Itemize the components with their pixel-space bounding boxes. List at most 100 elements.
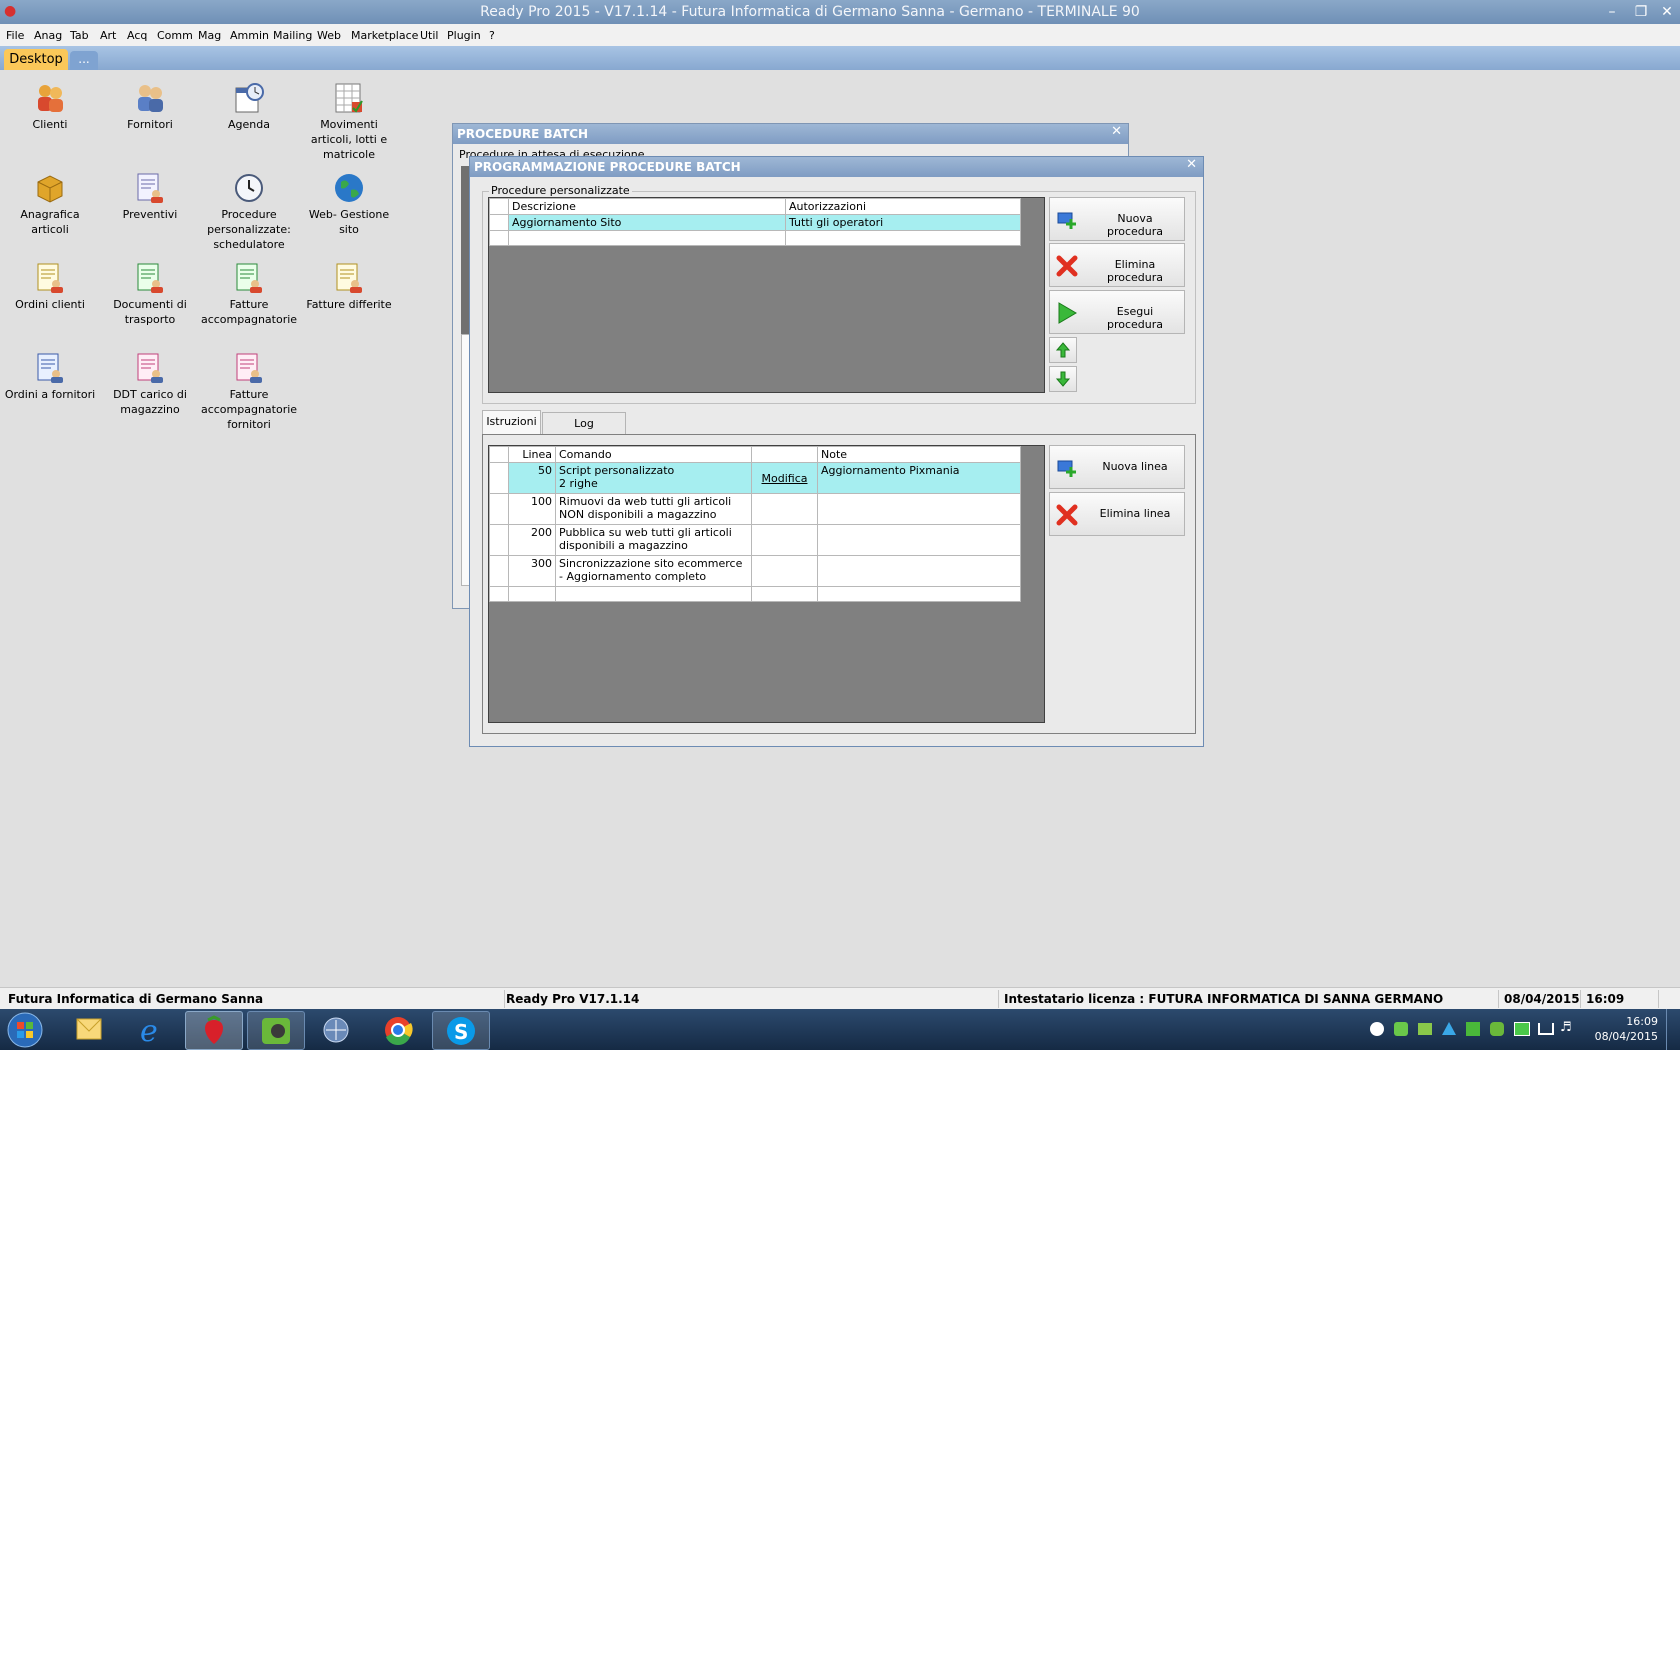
programmazione-dialog[interactable]: PROGRAMMAZIONE PROCEDURE BATCH ✕ Procedu… <box>469 156 1204 747</box>
line-number[interactable]: 300 <box>508 555 556 587</box>
procedure-batch-close-icon[interactable]: ✕ <box>1111 124 1122 139</box>
menu-mailing[interactable]: Mailing <box>273 29 312 42</box>
menu-web[interactable]: Web <box>317 29 341 42</box>
empty-cell[interactable] <box>508 230 786 246</box>
col-linea[interactable]: Linea <box>508 446 556 463</box>
table-row[interactable]: Aggiornamento Sito Tutti gli operatori <box>489 214 1021 231</box>
procedure-autorizzazioni[interactable]: Tutti gli operatori <box>785 214 1021 231</box>
table-row[interactable]: 300 Sincronizzazione sito ecommerce - Ag… <box>489 555 1021 587</box>
col-autorizzazioni[interactable]: Autorizzazioni <box>785 198 1021 215</box>
menu-art[interactable]: Art <box>100 29 116 42</box>
desktop-icon-fatture-accompagnatorie[interactable]: Fatture accompagnatorie <box>199 262 299 327</box>
line-note[interactable] <box>817 555 1021 587</box>
desktop-icon-fatture-differite[interactable]: Fatture differite <box>299 262 399 312</box>
line-number[interactable]: 100 <box>508 493 556 525</box>
table-row-empty[interactable] <box>489 230 1021 246</box>
desktop-icon-ordini-fornitori[interactable]: Ordini a fornitori <box>0 352 100 402</box>
line-note[interactable] <box>817 493 1021 525</box>
close-button[interactable]: ✕ <box>1656 2 1678 22</box>
col-azione[interactable] <box>751 446 818 463</box>
restore-button[interactable]: ❐ <box>1630 2 1652 22</box>
desktop-icon-preventivi[interactable]: Preventivi <box>100 172 200 222</box>
empty-cell[interactable] <box>817 586 1021 602</box>
menu-plugin[interactable]: Plugin <box>447 29 481 42</box>
menu-tab[interactable]: Tab <box>70 29 89 42</box>
minimize-button[interactable]: – <box>1601 2 1623 22</box>
taskbar-ready-pro[interactable] <box>185 1011 243 1050</box>
taskbar-evernote[interactable] <box>247 1011 305 1050</box>
tray-app-icon[interactable] <box>1370 1022 1384 1036</box>
tray-sync-icon[interactable] <box>1394 1022 1408 1036</box>
col-descrizione[interactable]: Descrizione <box>508 198 786 215</box>
empty-cell[interactable] <box>508 586 556 602</box>
programmazione-close-icon[interactable]: ✕ <box>1186 157 1197 172</box>
taskbar-skype[interactable]: S <box>432 1011 490 1050</box>
move-up-button[interactable] <box>1049 337 1077 363</box>
line-note[interactable]: Aggiornamento Pixmania <box>817 462 1021 494</box>
tray-monitor-icon[interactable] <box>1514 1022 1530 1036</box>
tab-log-esecuzione[interactable]: Log esecuzione <box>542 412 626 452</box>
line-number[interactable]: 200 <box>508 524 556 556</box>
desktop-icon-movimenti[interactable]: Movimenti articoli, lotti e matricole <box>299 82 399 162</box>
network-icon[interactable] <box>1538 1023 1554 1035</box>
menu-ammin[interactable]: Ammin <box>230 29 269 42</box>
modifica-link[interactable]: Modifica <box>751 462 818 494</box>
menu-util[interactable]: Util <box>420 29 438 42</box>
menu-help[interactable]: ? <box>489 29 495 42</box>
empty-cell[interactable] <box>785 230 1021 246</box>
lines-grid[interactable]: Linea Comando Note 50 Script personalizz… <box>488 445 1045 723</box>
line-action[interactable] <box>751 555 818 587</box>
elimina-procedura-button[interactable]: Elimina procedura <box>1049 243 1185 287</box>
col-comando[interactable]: Comando <box>555 446 752 463</box>
move-down-button[interactable] <box>1049 366 1077 392</box>
procedure-descrizione[interactable]: Aggiornamento Sito <box>508 214 786 231</box>
volume-icon[interactable]: ♬ <box>1560 1020 1572 1035</box>
desktop-icon-ddt-carico[interactable]: DDT carico di magazzino <box>100 352 200 417</box>
empty-cell[interactable] <box>751 586 818 602</box>
taskbar-clock[interactable]: 16:09 08/04/2015 <box>1578 1014 1658 1044</box>
tray-drive-icon[interactable] <box>1442 1022 1456 1035</box>
line-command[interactable]: Pubblica su web tutti gli articoli dispo… <box>555 524 752 556</box>
menu-anag[interactable]: Anag <box>34 29 62 42</box>
desktop-icon-fornitori[interactable]: Fornitori <box>100 82 200 132</box>
table-row-empty[interactable] <box>489 586 1021 602</box>
elimina-linea-button[interactable]: Elimina linea <box>1049 492 1185 536</box>
menu-acq[interactable]: Acq <box>127 29 147 42</box>
desktop-icon-anagrafica-articoli[interactable]: Anagrafica articoli <box>0 172 100 237</box>
line-command[interactable]: Script personalizzato 2 righe <box>555 462 752 494</box>
procedures-grid[interactable]: Descrizione Autorizzazioni Aggiornamento… <box>488 197 1045 393</box>
table-row[interactable]: 200 Pubblica su web tutti gli articoli d… <box>489 524 1021 556</box>
line-action[interactable] <box>751 493 818 525</box>
esegui-procedura-button[interactable]: Esegui procedura <box>1049 290 1185 334</box>
taskbar-chrome[interactable] <box>370 1011 426 1048</box>
col-note[interactable]: Note <box>817 446 1021 463</box>
line-note[interactable] <box>817 524 1021 556</box>
tab-desktop[interactable]: Desktop <box>4 49 68 70</box>
tray-green-app-icon[interactable] <box>1466 1022 1480 1036</box>
tray-evernote-icon[interactable] <box>1490 1022 1504 1036</box>
line-action[interactable] <box>751 524 818 556</box>
line-command[interactable]: Sincronizzazione sito ecommerce - Aggior… <box>555 555 752 587</box>
line-number[interactable]: 50 <box>508 462 556 494</box>
desktop-icon-ordini-clienti[interactable]: Ordini clienti <box>0 262 100 312</box>
menu-comm[interactable]: Comm <box>157 29 193 42</box>
tab-istruzioni[interactable]: Istruzioni <box>482 410 541 435</box>
line-command[interactable]: Rimuovi da web tutti gli articoli NON di… <box>555 493 752 525</box>
desktop-icon-clienti[interactable]: Clienti <box>0 82 100 132</box>
menu-marketplace[interactable]: Marketplace <box>351 29 418 42</box>
start-button[interactable] <box>4 1010 46 1049</box>
show-desktop-button[interactable] <box>1666 1009 1680 1050</box>
nuova-linea-button[interactable]: Nuova linea <box>1049 445 1185 489</box>
desktop-icon-agenda[interactable]: Agenda <box>199 82 299 132</box>
taskbar-remote-app[interactable] <box>308 1011 364 1048</box>
empty-cell[interactable] <box>555 586 752 602</box>
tray-network-card-icon[interactable] <box>1418 1023 1432 1035</box>
desktop-icon-web-gestione-sito[interactable]: Web- Gestione sito <box>299 172 399 237</box>
tab-more[interactable]: ... <box>70 51 98 70</box>
desktop-icon-procedure-schedulatore[interactable]: Procedure personalizzate: schedulatore <box>199 172 299 252</box>
nuova-procedura-button[interactable]: Nuova procedura <box>1049 197 1185 241</box>
desktop-icon-fatture-fornitori[interactable]: Fatture accompagnatorie fornitori <box>199 352 299 432</box>
desktop-icon-documenti-trasporto[interactable]: Documenti di trasporto <box>100 262 200 327</box>
taskbar-internet-explorer[interactable]: e <box>123 1011 179 1049</box>
table-row[interactable]: 100 Rimuovi da web tutti gli articoli NO… <box>489 493 1021 525</box>
